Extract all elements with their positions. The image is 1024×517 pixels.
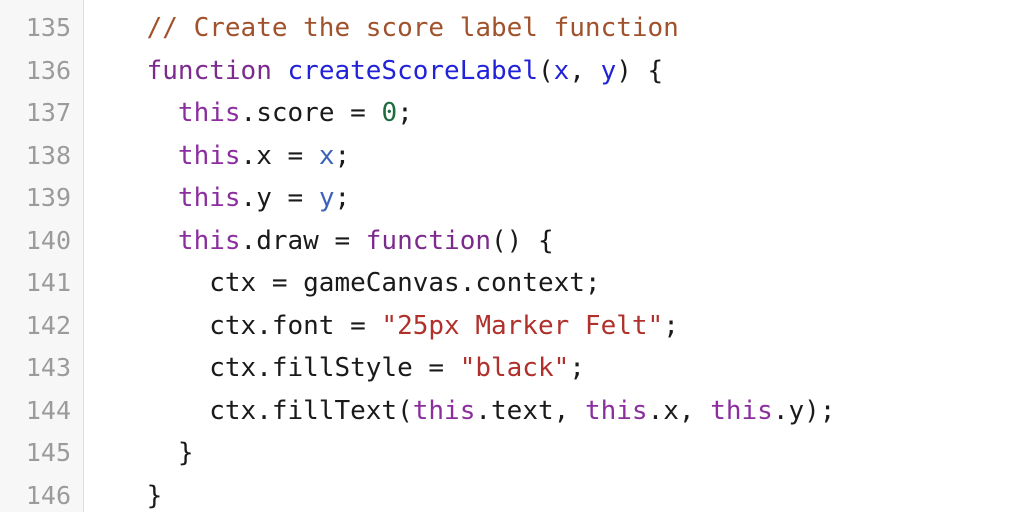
code-line[interactable]: ctx = gameCanvas.context; [84, 262, 1024, 305]
code-indent [84, 481, 147, 511]
code-token-plain: () { [491, 226, 554, 256]
code-token-plain: .x, [648, 396, 711, 426]
code-line[interactable]: this.score = 0; [84, 92, 1024, 135]
code-indent [84, 311, 209, 341]
code-line[interactable]: ctx.font = "25px Marker Felt"; [84, 305, 1024, 348]
code-token-this: this [710, 396, 773, 426]
code-token-this: this [413, 396, 476, 426]
code-token-plain: ctx.fillStyle = [209, 353, 459, 383]
code-line[interactable]: this.y = y; [84, 177, 1024, 220]
code-line[interactable]: ctx.fillText(this.text, this.x, this.y); [84, 390, 1024, 433]
code-line[interactable]: // Create the score label function [84, 7, 1024, 50]
code-token-param: y [601, 56, 617, 86]
code-token-string: "25px Marker Felt" [381, 311, 663, 341]
code-token-plain: ; [334, 141, 350, 171]
code-token-plain: ; [569, 353, 585, 383]
code-editor: 135136137138139140141142143144145146 // … [0, 0, 1024, 512]
code-token-plain: .y = [241, 183, 319, 213]
code-token-keyword: function [147, 56, 272, 86]
code-indent [84, 141, 178, 171]
code-token-plain: .draw = [241, 226, 366, 256]
code-token-this: this [178, 226, 241, 256]
code-line[interactable]: function createScoreLabel(x, y) { [84, 50, 1024, 93]
code-token-plain: .text, [475, 396, 585, 426]
code-token-plain [272, 56, 288, 86]
line-number: 140 [0, 220, 83, 263]
code-indent [84, 183, 178, 213]
code-token-string: "black" [460, 353, 570, 383]
line-number: 142 [0, 305, 83, 348]
code-token-plain: , [569, 56, 600, 86]
line-number: 141 [0, 262, 83, 305]
code-token-plain: ; [397, 98, 413, 128]
code-indent [84, 353, 209, 383]
code-token-plain: ( [538, 56, 554, 86]
code-token-keyword: function [366, 226, 491, 256]
code-line[interactable]: } [84, 475, 1024, 513]
code-line[interactable]: this.draw = function() { [84, 220, 1024, 263]
code-token-plain: ) { [616, 56, 663, 86]
line-number: 146 [0, 475, 83, 517]
line-number: 144 [0, 390, 83, 433]
code-token-number: 0 [381, 98, 397, 128]
code-token-plain: ctx = gameCanvas.context; [209, 268, 600, 298]
code-token-param: x [554, 56, 570, 86]
line-number: 138 [0, 135, 83, 178]
code-line[interactable]: this.x = x; [84, 135, 1024, 178]
code-token-this: this [585, 396, 648, 426]
line-number: 139 [0, 177, 83, 220]
code-indent [84, 268, 209, 298]
code-line[interactable]: } [84, 432, 1024, 475]
code-indent [84, 98, 178, 128]
line-number: 143 [0, 347, 83, 390]
code-token-plain: } [178, 438, 194, 468]
code-indent [84, 396, 209, 426]
code-token-var: x [319, 141, 335, 171]
code-indent [84, 226, 178, 256]
line-number-gutter: 135136137138139140141142143144145146 [0, 0, 84, 512]
code-token-plain: ; [334, 183, 350, 213]
code-token-plain: ctx.fillText( [209, 396, 413, 426]
code-token-plain: ; [663, 311, 679, 341]
code-token-funcname: createScoreLabel [288, 56, 538, 86]
code-token-this: this [178, 98, 241, 128]
code-token-plain: .score = [241, 98, 382, 128]
line-number: 135 [0, 7, 83, 50]
code-content-area[interactable]: // Create the score label function funct… [84, 0, 1024, 512]
code-token-comment: // Create the score label function [147, 13, 679, 43]
code-indent [84, 438, 178, 468]
code-line[interactable]: ctx.fillStyle = "black"; [84, 347, 1024, 390]
line-number: 136 [0, 50, 83, 93]
line-number: 145 [0, 432, 83, 475]
code-token-plain: ctx.font = [209, 311, 381, 341]
code-indent [84, 13, 147, 43]
line-number: 137 [0, 92, 83, 135]
code-indent [84, 56, 147, 86]
code-token-plain: } [147, 481, 163, 511]
code-token-plain: .y); [773, 396, 836, 426]
code-token-plain: .x = [241, 141, 319, 171]
code-token-this: this [178, 141, 241, 171]
code-token-this: this [178, 183, 241, 213]
code-token-var: y [319, 183, 335, 213]
